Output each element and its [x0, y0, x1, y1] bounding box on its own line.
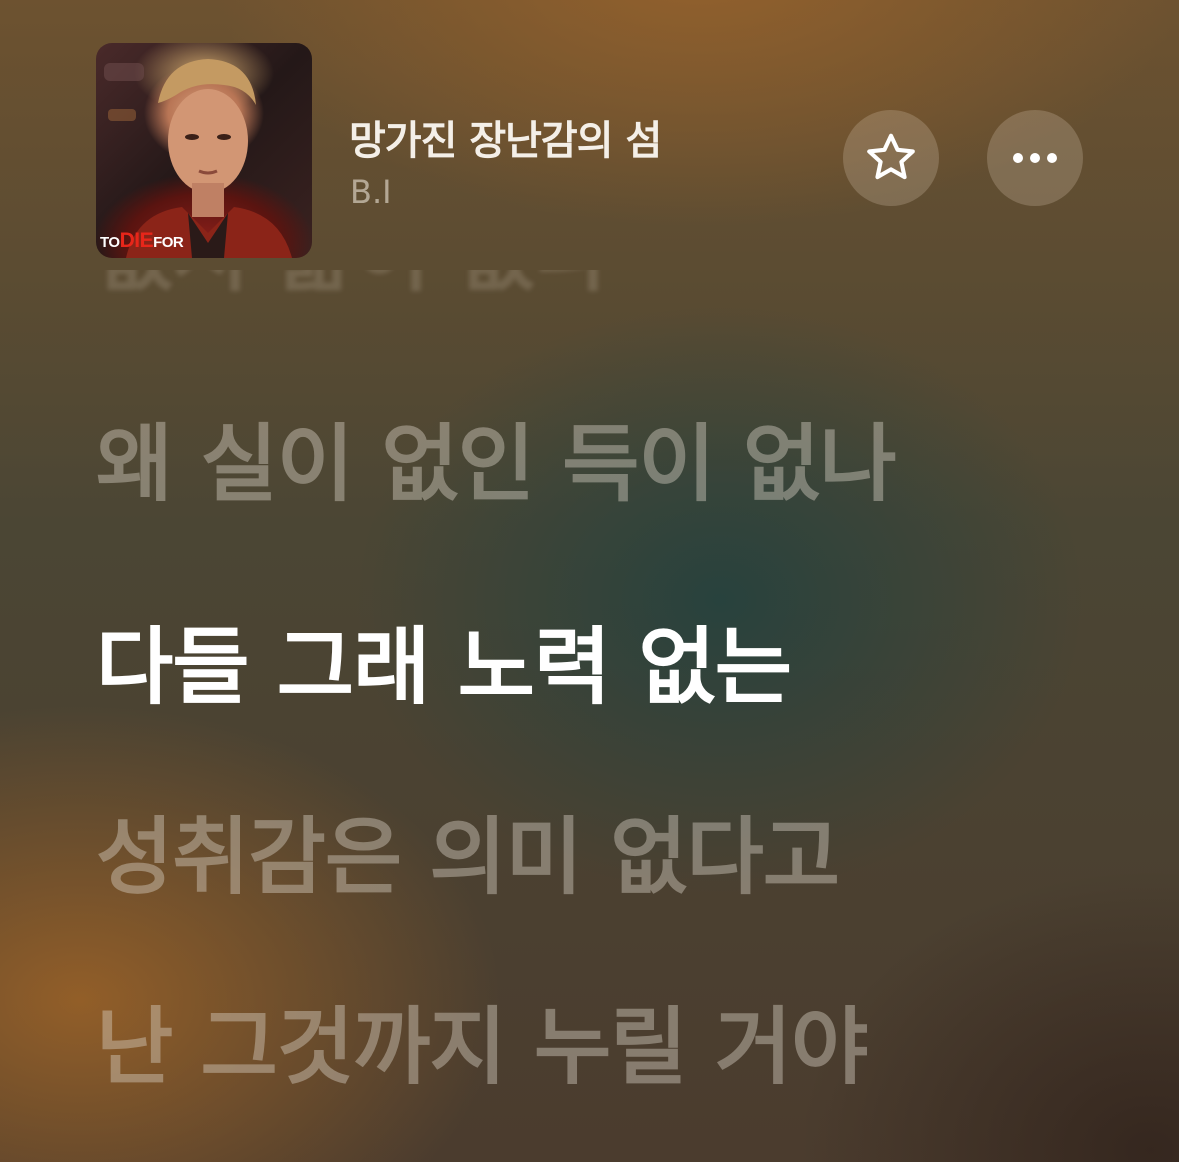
- favorite-button[interactable]: [843, 110, 939, 206]
- lyric-line[interactable]: 난 그것까지 누릴 거야: [96, 1005, 868, 1089]
- album-title-mark: TODIEFOR: [100, 229, 184, 252]
- album-portrait-illustration: [104, 59, 292, 258]
- lyric-line[interactable]: 성취감은 의미 없다고: [96, 815, 840, 899]
- track-title[interactable]: 망가진 장난감의 섬: [349, 108, 662, 166]
- track-artist[interactable]: B.I: [350, 173, 392, 211]
- album-artwork[interactable]: TODIEFOR: [96, 43, 312, 258]
- lyrics-view[interactable]: 없지 삶이 없나 왜 실이 없인 득이 없나 다들 그래 노력 없는 성취감은 …: [96, 270, 1179, 1162]
- star-icon: [867, 133, 915, 180]
- more-options-button[interactable]: [987, 110, 1083, 206]
- lyric-line[interactable]: 왜 실이 없인 득이 없나: [96, 422, 896, 506]
- lyric-line-active[interactable]: 다들 그래 노력 없는: [96, 625, 792, 709]
- ellipsis-icon: [1013, 153, 1057, 163]
- now-playing-header: TODIEFOR 망가진 장난감의 섬 B.I: [0, 0, 1179, 270]
- lyric-line-previous[interactable]: 없지 삶이 없나: [96, 270, 611, 296]
